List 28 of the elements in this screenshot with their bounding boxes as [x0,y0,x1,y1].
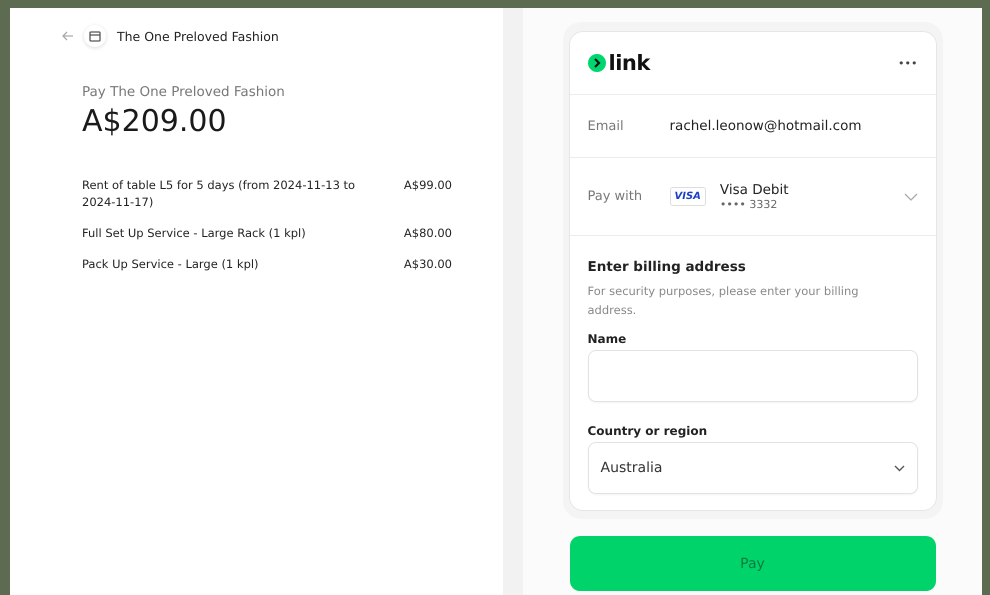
item-description: Pack Up Service - Large (1 kpl) [82,256,260,273]
card-number: •••• 3332 [720,198,778,211]
item-description: Rent of table L5 for 5 days (from 2024-11-13 to 2024-11-17) [82,177,356,211]
payment-method-selector[interactable]: Pay with VISA Visa Debit •••• 3332 [570,158,936,236]
country-select[interactable]: Australia [588,442,918,494]
email-value: rachel.leonow@hotmail.com [670,118,862,134]
name-input[interactable] [588,350,918,402]
billing-title: Enter billing address [588,259,747,275]
billing-note: For security purposes, please enter your billing address. [588,283,860,319]
email-label: Email [588,118,625,134]
more-button[interactable]: ••• [898,56,918,70]
card-name: Visa Debit [720,182,790,198]
link-logo-icon [588,54,606,72]
name-label: Name [588,332,628,346]
visa-card-icon: VISA [670,187,706,206]
item-description: Full Set Up Service - Large Rack (1 kpl) [82,225,307,242]
total-amount: A$209.00 [82,104,228,139]
link-brand: link [608,51,650,75]
item-price: A$80.00 [404,225,452,242]
item-price: A$99.00 [404,177,452,194]
item-price: A$30.00 [404,256,452,273]
country-label: Country or region [588,424,708,438]
payment-label: Pay The One Preloved Fashion [82,84,286,100]
store-icon [84,25,106,47]
chevron-down-icon [894,464,904,472]
merchant-name: The One Preloved Fashion [117,28,279,44]
chevron-down-icon [904,192,918,200]
back-arrow-icon[interactable] [62,31,74,41]
